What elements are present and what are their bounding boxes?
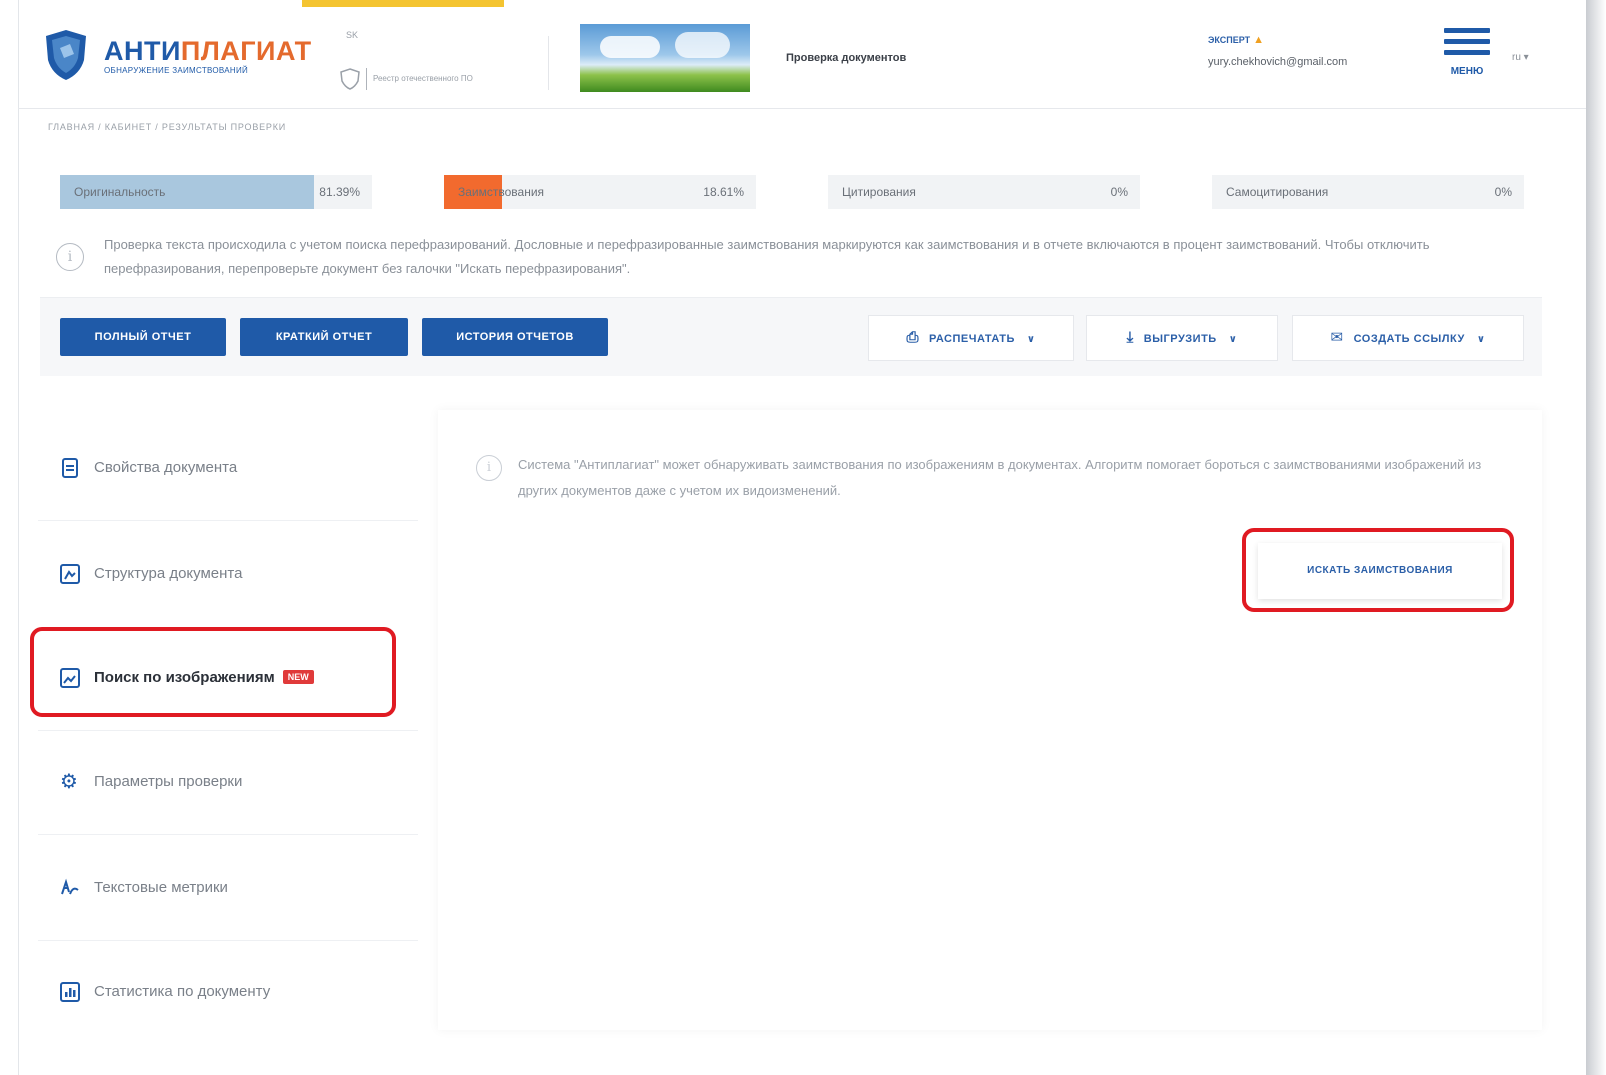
stat-label: Цитирования bbox=[842, 185, 916, 199]
metrics-icon bbox=[61, 878, 79, 895]
document-icon bbox=[62, 458, 78, 478]
link-envelope-icon: ✉ bbox=[1330, 329, 1344, 346]
logo-title-part1: АНТИ bbox=[104, 36, 181, 66]
export-button[interactable]: ⤓ ВЫГРУЗИТЬ ∨ bbox=[1086, 315, 1278, 361]
search-button-highlight bbox=[1242, 528, 1514, 612]
hamburger-bar bbox=[1444, 50, 1490, 55]
bell-icon: ▲ bbox=[1253, 34, 1265, 46]
sidebar-item-check-parameters[interactable]: ⚙ Параметры проверки bbox=[38, 730, 418, 835]
stat-value: 81.39% bbox=[319, 185, 360, 199]
chevron-down-icon: ∨ bbox=[1228, 334, 1238, 345]
window-shadow bbox=[1586, 0, 1606, 1075]
logo-title[interactable]: АНТИПЛАГИАТ bbox=[104, 36, 312, 67]
image-search-highlight bbox=[30, 627, 396, 717]
hamburger-bar bbox=[1444, 28, 1490, 33]
menu-label: МЕНЮ bbox=[1450, 66, 1484, 77]
paraphrase-info-text: Проверка текста происходила с учетом пои… bbox=[104, 237, 1430, 276]
page-title: Проверка документов bbox=[786, 52, 907, 64]
stat-label: Самоцитирования bbox=[1226, 185, 1329, 199]
logo-title-part2: ПЛАГИАТ bbox=[180, 36, 312, 66]
stat-citations[interactable]: Цитирования 0% bbox=[828, 175, 1140, 209]
hamburger-bar bbox=[1444, 39, 1490, 44]
export-label: ВЫГРУЗИТЬ bbox=[1143, 333, 1217, 345]
registry-text: Реестр отечественного ПО bbox=[373, 74, 473, 83]
header: АНТИПЛАГИАТ ОБНАРУЖЕНИЕ ЗАИМСТВОВАНИЙ SK… bbox=[18, 8, 1586, 109]
partner-mini-logo: SK bbox=[346, 30, 359, 40]
report-history-button[interactable]: ИСТОРИЯ ОТЧЕТОВ bbox=[422, 318, 608, 356]
registry-separator bbox=[366, 68, 367, 90]
banner-cloud bbox=[675, 32, 730, 58]
chevron-down-icon: ∨ bbox=[1026, 334, 1036, 345]
print-button[interactable]: ⎙ РАСПЕЧАТАТЬ ∨ bbox=[868, 315, 1074, 361]
image-search-info-text: Система "Антиплагиат" может обнаруживать… bbox=[518, 457, 1482, 498]
user-role-label: ЭКСПЕРТ bbox=[1208, 35, 1251, 45]
info-icon: i bbox=[476, 455, 502, 481]
sidebar-item-document-structure[interactable]: Структура документа bbox=[38, 522, 418, 627]
stat-label: Заимствования bbox=[458, 185, 545, 199]
top-accent-bar bbox=[302, 0, 504, 7]
report-action-bar: ПОЛНЫЙ ОТЧЕТ КРАТКИЙ ОТЧЕТ ИСТОРИЯ ОТЧЕТ… bbox=[40, 297, 1542, 376]
language-select[interactable]: ru ▾ bbox=[1512, 52, 1529, 63]
short-report-button[interactable]: КРАТКИЙ ОТЧЕТ bbox=[240, 318, 408, 356]
logo-subtitle: ОБНАРУЖЕНИЕ ЗАИМСТВОВАНИЙ bbox=[104, 66, 249, 75]
sidebar-item-label: Текстовые метрики bbox=[94, 879, 228, 896]
full-report-button[interactable]: ПОЛНЫЙ ОТЧЕТ bbox=[60, 318, 226, 356]
stat-label: Оригинальность bbox=[74, 185, 166, 199]
gear-icon: ⚙ bbox=[60, 771, 78, 793]
antiplagiat-shield-icon[interactable] bbox=[44, 28, 88, 82]
registry-shield-icon bbox=[340, 68, 360, 90]
create-link-label: СОЗДАТЬ ССЫЛКУ bbox=[1353, 333, 1465, 345]
print-label: РАСПЕЧАТАТЬ bbox=[928, 333, 1015, 345]
banner-cloud bbox=[600, 36, 660, 58]
user-role[interactable]: ЭКСПЕРТ ▲ bbox=[1208, 34, 1264, 46]
header-banner-image bbox=[580, 24, 750, 92]
header-divider bbox=[548, 36, 549, 90]
structure-icon bbox=[60, 564, 80, 584]
stat-borrowings[interactable]: Заимствования 18.61% bbox=[444, 175, 756, 209]
create-link-button[interactable]: ✉ СОЗДАТЬ ССЫЛКУ ∨ bbox=[1292, 315, 1524, 361]
sidebar-item-document-properties[interactable]: Свойства документа bbox=[38, 416, 418, 521]
registry-badge: Реестр отечественного ПО bbox=[340, 68, 503, 90]
user-email[interactable]: yury.chekhovich@gmail.com bbox=[1208, 56, 1347, 68]
sidebar-item-label: Статистика по документу bbox=[94, 983, 271, 1000]
stat-originality[interactable]: Оригинальность 81.39% bbox=[60, 175, 372, 209]
stat-self-citations[interactable]: Самоцитирования 0% bbox=[1212, 175, 1524, 209]
sidebar-item-label: Свойства документа bbox=[94, 459, 238, 476]
stat-value: 18.61% bbox=[703, 185, 744, 199]
breadcrumb[interactable]: ГЛАВНАЯ / КАБИНЕТ / РЕЗУЛЬТАТЫ ПРОВЕРКИ bbox=[48, 122, 286, 132]
menu-button[interactable]: МЕНЮ bbox=[1442, 28, 1492, 84]
sidebar-item-label: Параметры проверки bbox=[94, 773, 243, 790]
sidebar-item-text-metrics[interactable]: Текстовые метрики bbox=[38, 836, 418, 941]
chevron-down-icon: ∨ bbox=[1476, 334, 1486, 345]
sidebar-item-label: Структура документа bbox=[94, 565, 243, 582]
stats-icon bbox=[60, 982, 80, 1002]
stat-value: 0% bbox=[1110, 185, 1128, 199]
info-icon: i bbox=[56, 243, 84, 271]
sidebar-item-document-statistics[interactable]: Статистика по документу bbox=[38, 940, 418, 1044]
download-icon: ⤓ bbox=[1126, 329, 1134, 346]
stat-value: 0% bbox=[1494, 185, 1512, 199]
printer-icon: ⎙ bbox=[906, 329, 919, 346]
